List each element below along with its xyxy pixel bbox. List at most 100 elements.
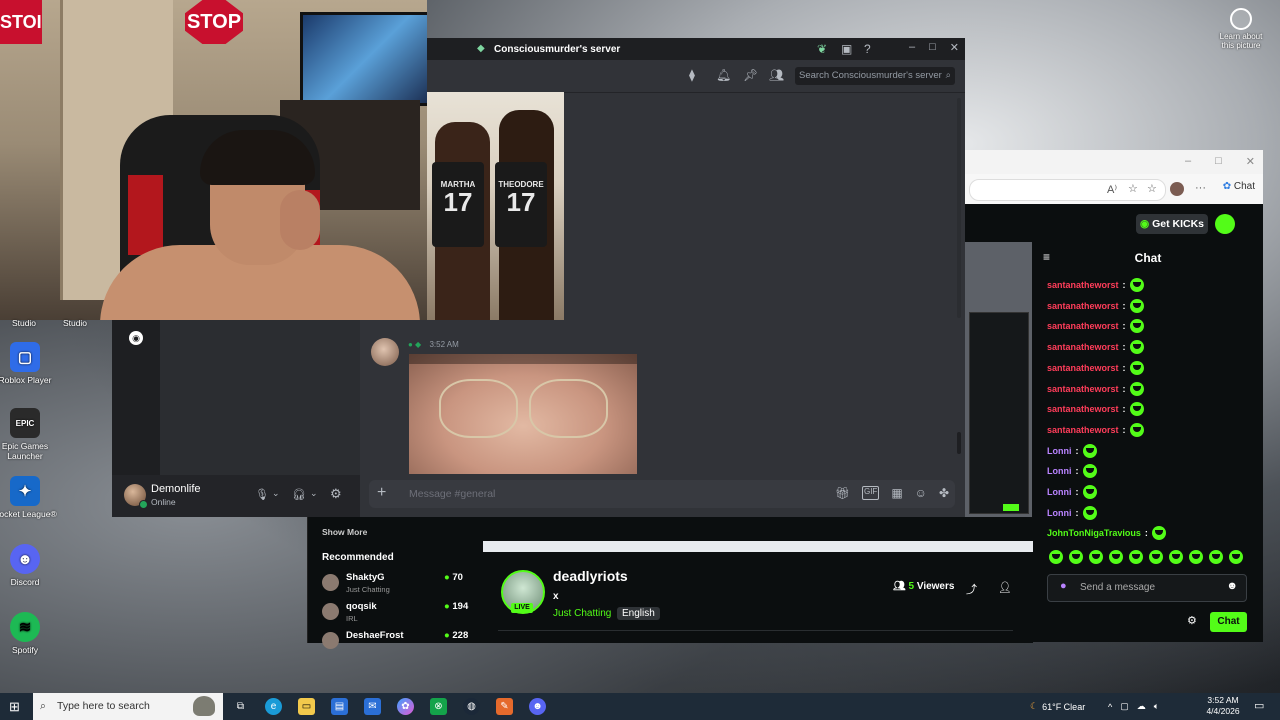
copilot-chat-button[interactable]: ✿ Chat [1223, 181, 1255, 192]
notification-bell-icon[interactable]: 🔔︎ [716, 68, 731, 82]
favorites-icon[interactable]: ☆ [1147, 182, 1157, 195]
maximize-icon[interactable]: □ [1215, 155, 1222, 168]
share-icon[interactable]: ⤴ [966, 581, 977, 597]
quick-emote-icon[interactable] [1049, 550, 1063, 564]
emoji-icon[interactable]: ☻ [1226, 580, 1238, 592]
gift-icon[interactable]: 🎁︎ [835, 486, 850, 500]
file-explorer-icon[interactable]: ▭ [298, 698, 315, 715]
chat-settings-gear-icon[interactable]: ⚙ [1187, 614, 1197, 627]
inbox-icon[interactable]: ▣ [841, 42, 852, 56]
headphones-icon[interactable]: 🎧︎ [292, 488, 306, 501]
desktop-icon-spotify[interactable]: ≋ Spotify [0, 612, 60, 655]
taskbar-search-input[interactable]: ⌕ Type here to search [33, 693, 223, 720]
chat-username[interactable]: santanatheworst [1047, 280, 1119, 290]
recommended-channel-avatar[interactable] [322, 632, 339, 649]
chat-username[interactable]: santanatheworst [1047, 321, 1119, 331]
quick-emote-icon[interactable] [1069, 550, 1083, 564]
help-icon[interactable]: ? [864, 42, 871, 56]
xbox-icon[interactable]: ⊗ [430, 698, 447, 715]
discord-taskbar-icon[interactable]: ☻ [529, 698, 546, 715]
nitro-leaf-icon[interactable]: ❦ [817, 42, 827, 56]
shared-photo-jerseys[interactable]: MARTHA 17 THEODORE 17 [427, 92, 564, 320]
kick-user-avatar[interactable] [1215, 214, 1235, 234]
microphone-icon[interactable]: ● [1060, 580, 1067, 592]
quick-emote-icon[interactable] [1169, 550, 1183, 564]
learn-about-picture-icon[interactable]: Learn about this picture [1214, 8, 1268, 50]
quick-emote-icon[interactable] [1229, 550, 1243, 564]
threads-icon[interactable]: ⧫ [689, 68, 695, 82]
chat-username[interactable]: Lonni [1047, 487, 1072, 497]
chat-username[interactable]: Lonni [1047, 446, 1072, 456]
microsoft-store-icon[interactable]: ▤ [331, 698, 348, 715]
edge-icon[interactable]: e [265, 698, 282, 715]
network-icon[interactable]: ▢ [1120, 701, 1129, 712]
minimize-icon[interactable]: – [909, 41, 915, 54]
recommended-channel-name[interactable]: DeshaeFrost [346, 630, 404, 641]
discord-lower-scrollbar[interactable] [957, 432, 961, 454]
more-options-icon[interactable]: ··· [1195, 182, 1206, 194]
settings-gear-icon[interactable]: ⚙ [330, 486, 342, 502]
sticker-icon[interactable]: ▦ [891, 486, 902, 500]
quick-emote-icon[interactable] [1089, 550, 1103, 564]
desktop-icon-roblox[interactable]: ▢ Roblox Player [0, 342, 60, 385]
windows-start-icon[interactable]: ⊞ [9, 699, 20, 715]
microphone-icon[interactable]: 🎙︎ [255, 488, 269, 501]
close-icon[interactable]: ✕ [1246, 155, 1255, 168]
address-bar[interactable]: A⁾ ☆ [969, 179, 1166, 201]
get-kicks-button[interactable]: ◉ Get KICKs [1136, 214, 1208, 234]
desktop-icon-discord[interactable]: ☻ Discord [0, 544, 60, 587]
chat-send-button[interactable]: Chat [1210, 612, 1247, 632]
quick-emote-icon[interactable] [1189, 550, 1203, 564]
copilot-icon[interactable]: ✿ [397, 698, 414, 715]
recommended-channel-avatar[interactable] [322, 603, 339, 620]
quick-emote-icon[interactable] [1149, 550, 1163, 564]
chat-username[interactable]: JohnTonNigaTravious [1047, 528, 1141, 538]
quick-emote-icon[interactable] [1209, 550, 1223, 564]
desktop-icon-studio-b[interactable]: Studio [40, 318, 110, 328]
notifications-icon[interactable]: ▭ [1254, 699, 1264, 712]
maximize-icon[interactable]: □ [929, 41, 936, 54]
discord-home-icon[interactable]: ◉ [129, 331, 143, 345]
pin-icon[interactable]: 📌︎ [743, 68, 758, 82]
send-message-input[interactable]: ● Send a message ☻ [1047, 574, 1247, 602]
onedrive-icon[interactable]: ☁ [1137, 701, 1146, 712]
speaker-icon[interactable]: 🔈︎ [1154, 701, 1159, 712]
emoji-icon[interactable]: ☺ [915, 486, 927, 500]
chat-username[interactable]: santanatheworst [1047, 404, 1119, 414]
add-attachment-icon[interactable]: + [377, 484, 386, 502]
category-link[interactable]: Just Chatting [548, 607, 616, 620]
quick-emote-icon[interactable] [1129, 550, 1143, 564]
desktop-icon-epic-games[interactable]: EPIC Epic Games Launcher [0, 408, 60, 461]
read-aloud-icon[interactable]: A⁾ [1107, 183, 1117, 196]
show-hidden-icons-icon[interactable]: ^ [1108, 702, 1112, 712]
recommended-channel-name[interactable]: ShaktyG [346, 572, 385, 583]
chat-username[interactable]: santanatheworst [1047, 363, 1119, 373]
gif-icon[interactable]: GIF [861, 486, 880, 500]
task-view-icon[interactable]: ⧉ [232, 698, 249, 715]
message-author-avatar[interactable] [371, 338, 399, 366]
chat-username[interactable]: Lonni [1047, 508, 1072, 518]
paint-icon[interactable]: ✎ [496, 698, 513, 715]
profile-avatar[interactable] [1170, 182, 1184, 196]
chat-username[interactable]: santanatheworst [1047, 301, 1119, 311]
member-list-icon[interactable]: 👥︎ [769, 68, 784, 82]
desktop-icon-rocket-league[interactable]: ✦ Rocket League® [0, 476, 60, 519]
steam-icon[interactable]: ◍ [463, 698, 480, 715]
recommended-channel-avatar[interactable] [322, 574, 339, 591]
discord-scrollbar[interactable] [957, 98, 961, 318]
chat-username[interactable]: santanatheworst [1047, 342, 1119, 352]
chat-username[interactable]: santanatheworst [1047, 425, 1119, 435]
show-more-link[interactable]: Show More [322, 527, 367, 537]
discord-search-input[interactable]: Search Consciousmurder's server ⌕ [795, 67, 955, 85]
chat-username[interactable]: Lonni [1047, 466, 1072, 476]
chevron-down-icon[interactable]: ⌄ [310, 488, 318, 499]
favorite-star-icon[interactable]: ☆ [1128, 182, 1138, 195]
follow-user-icon[interactable]: 👤︎ [998, 581, 1012, 594]
chat-username[interactable]: santanatheworst [1047, 384, 1119, 394]
chevron-down-icon[interactable]: ⌄ [272, 488, 280, 499]
close-icon[interactable]: ✕ [950, 41, 959, 54]
mail-icon[interactable]: ✉ [364, 698, 381, 715]
clock[interactable]: 3:52 AM 4/4/2026 [1200, 695, 1246, 717]
apps-icon[interactable]: ✤ [939, 486, 949, 500]
message-input-box[interactable]: + Message #general 🎁︎ GIF ▦ ☺ ✤ [369, 480, 955, 508]
